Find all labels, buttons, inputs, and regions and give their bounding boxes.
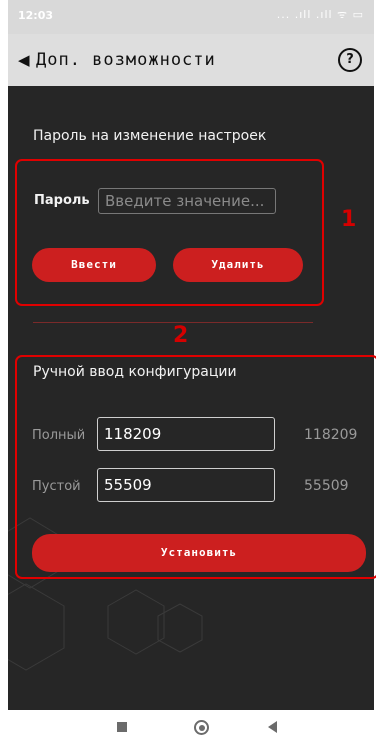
app-bar: ◀ Доп. возможности ? <box>8 34 374 86</box>
annotation-number-2: 2 <box>173 323 189 348</box>
password-section-title: Пароль на изменение настроек <box>33 128 267 144</box>
home-icon[interactable] <box>194 720 209 735</box>
help-button[interactable]: ? <box>338 48 362 72</box>
back-icon[interactable] <box>268 721 277 733</box>
annotation-number-1: 1 <box>341 207 357 232</box>
status-bar: 12:03 ... .ıll .ıll ᯤ ▭ <box>8 0 374 34</box>
annotation-box-2 <box>15 355 376 579</box>
status-time: 12:03 <box>18 9 54 22</box>
status-indicators-icon: ... .ıll .ıll ᯤ ▭ <box>276 8 364 21</box>
android-nav-bar <box>0 710 376 749</box>
page-title: Доп. возможности <box>36 50 216 70</box>
recent-apps-icon[interactable] <box>117 722 127 732</box>
back-arrow-icon[interactable]: ◀ <box>18 51 30 69</box>
annotation-box-1 <box>15 159 324 306</box>
